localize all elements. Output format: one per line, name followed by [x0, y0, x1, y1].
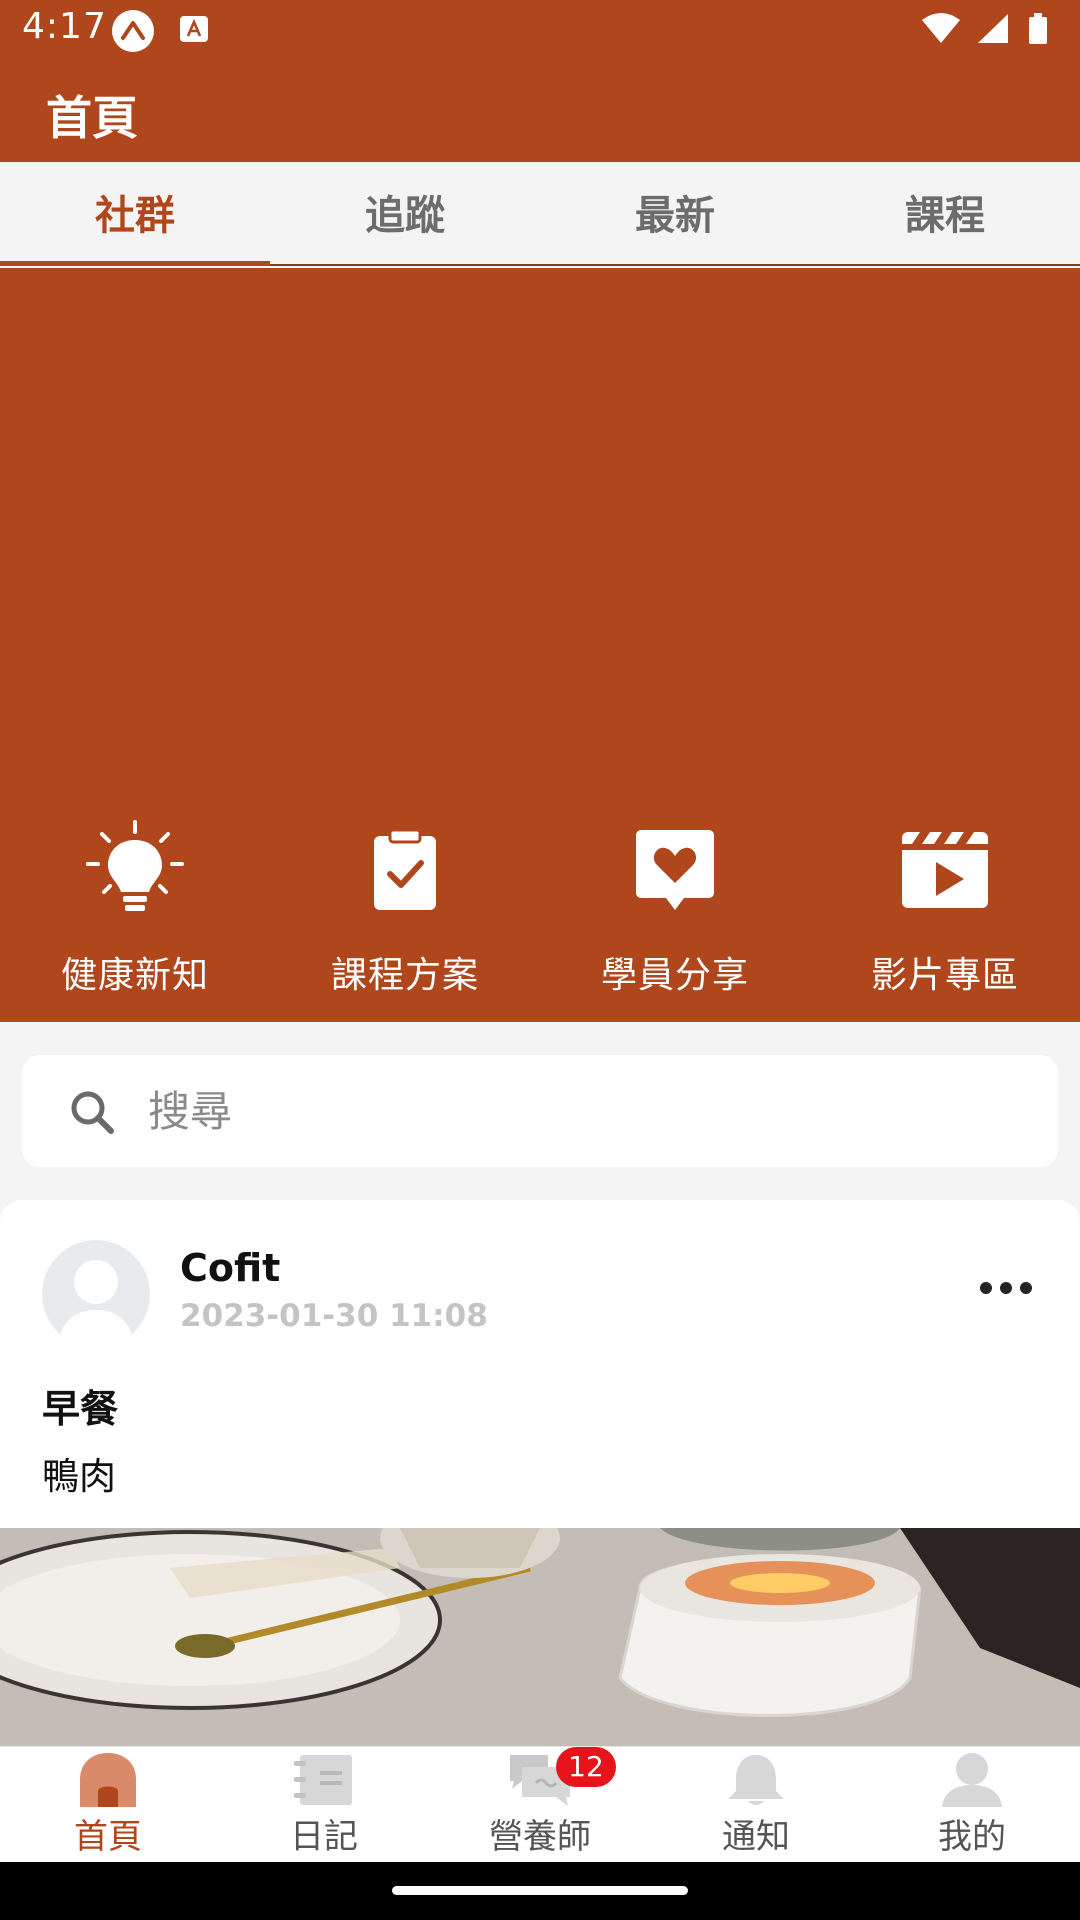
cell-signal-icon	[978, 14, 1008, 43]
quick-links: 健康新知 課程方案 學員分享 影片專區	[0, 820, 1080, 1010]
bell-icon	[728, 1755, 784, 1805]
more-options-button[interactable]	[978, 1276, 1034, 1300]
battery-icon	[1029, 13, 1047, 44]
avatar-placeholder-icon	[58, 1260, 134, 1348]
post-body: 鴨肉	[42, 1455, 116, 1498]
quick-link-member-share[interactable]: 學員分享	[540, 820, 810, 1010]
lightbulb-icon	[86, 820, 184, 911]
expo-app-icon	[112, 10, 154, 52]
nav-label: 營養師	[489, 1817, 591, 1857]
nav-label: 通知	[722, 1817, 790, 1857]
quick-link-label: 課程方案	[330, 955, 479, 996]
status-right-icons	[920, 12, 1060, 46]
post-card[interactable]: Cofit 2023-01-30 11:08 早餐 鴨肉	[0, 1200, 1080, 1760]
quick-link-label: 學員分享	[600, 955, 749, 996]
post-image[interactable]	[0, 1528, 1080, 1760]
status-bar: 4:17	[0, 0, 1080, 58]
home-icon	[80, 1753, 136, 1807]
quick-link-label: 健康新知	[60, 955, 209, 996]
system-navigation-bar	[0, 1862, 1080, 1920]
nav-notifications[interactable]: 通知	[648, 1747, 864, 1862]
bottom-nav: 首頁 日記 12 營養師 通知 我的	[0, 1746, 1080, 1862]
tab-following[interactable]: 追蹤	[270, 162, 540, 264]
more-horizontal-icon	[980, 1282, 1032, 1294]
heart-chat-icon	[636, 830, 714, 910]
search-input[interactable]	[148, 1077, 1028, 1145]
app-header: 首頁	[0, 58, 1080, 162]
avatar[interactable]	[42, 1240, 150, 1348]
nav-profile[interactable]: 我的	[864, 1747, 1080, 1862]
nav-diary[interactable]: 日記	[216, 1747, 432, 1862]
unread-badge: 12	[556, 1747, 616, 1787]
page-title: 首頁	[46, 91, 138, 145]
wifi-icon	[922, 13, 960, 43]
search-bar	[22, 1055, 1058, 1167]
post-author[interactable]: Cofit	[180, 1246, 280, 1290]
tab-courses[interactable]: 課程	[810, 162, 1080, 264]
home-gesture-handle[interactable]	[392, 1886, 688, 1895]
profile-icon	[942, 1753, 1002, 1807]
status-time: 4:17	[22, 6, 107, 47]
nav-dietitian[interactable]: 12 營養師	[432, 1747, 648, 1862]
keyboard-a-icon	[180, 16, 208, 42]
quick-link-health-news[interactable]: 健康新知	[0, 820, 270, 1010]
food-photo	[0, 1528, 1080, 1760]
diary-icon	[294, 1755, 352, 1805]
post-timestamp: 2023-01-30 11:08	[180, 1298, 488, 1334]
search-icon	[71, 1091, 114, 1134]
tab-latest[interactable]: 最新	[540, 162, 810, 264]
clipboard-check-icon	[374, 828, 436, 910]
nav-label: 首頁	[74, 1817, 142, 1857]
video-clapper-icon	[902, 832, 988, 908]
post-title: 早餐	[42, 1387, 119, 1431]
nav-label: 我的	[938, 1817, 1006, 1857]
nav-home[interactable]: 首頁	[0, 1747, 216, 1862]
quick-link-label: 影片專區	[870, 955, 1019, 996]
quick-link-video-zone[interactable]: 影片專區	[810, 820, 1080, 1010]
screen: 4:17 首頁 社群 追蹤 最新 課程 健康新知 課程方案 學員分享 影片專區 …	[0, 0, 1080, 1920]
tab-bar: 社群 追蹤 最新 課程	[0, 162, 1080, 266]
tab-community[interactable]: 社群	[0, 162, 270, 266]
quick-link-course-plans[interactable]: 課程方案	[270, 820, 540, 1010]
nav-label: 日記	[290, 1817, 358, 1857]
